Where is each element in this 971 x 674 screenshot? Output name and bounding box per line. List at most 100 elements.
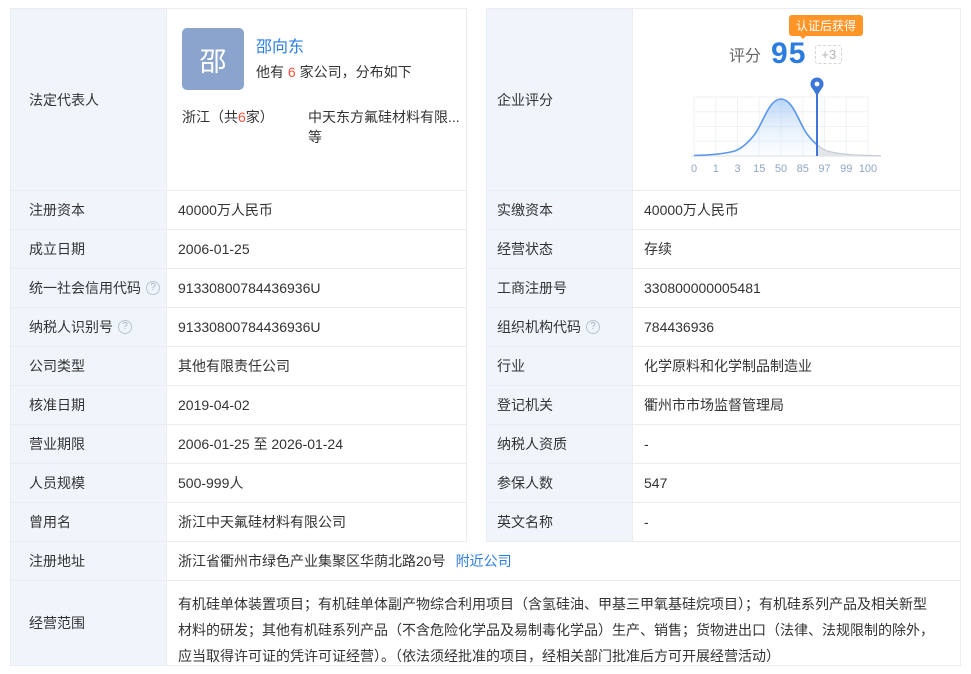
table-row: 人员规模500-999人 [11,464,466,503]
x-tick: 0 [691,163,697,175]
field-label-scope: 经营范围 [11,581,167,665]
field-label: 组织机构代码? [487,308,633,346]
field-value: 2006-01-25 至 2026-01-24 [167,425,466,463]
field-label: 英文名称 [487,503,633,541]
table-row: 曾用名浙江中天氟硅材料有限公司 [11,503,466,542]
field-value: 40000万人民币 [633,191,960,229]
table-row: 经营范围 有机硅单体装置项目；有机硅单体副产物综合利用项目（含氢硅油、甲基三甲氧… [11,581,960,666]
score-line: 评分 95 +3 [729,37,842,71]
table-row: 核准日期2019-04-02 [11,386,466,425]
field-label: 注册资本 [11,191,167,229]
info-table-right: 企业评分 认证后获得 评分 95 +3 [486,8,961,542]
field-value: 547 [633,464,960,502]
nearby-companies-link[interactable]: 附近公司 [456,551,512,571]
related-company-list[interactable]: 中天东方氟硅材料有限...等 [308,107,466,147]
field-value: 330800000005481 [633,269,960,307]
table-row: 营业期限2006-01-25 至 2026-01-24 [11,425,466,464]
table-row: 实缴资本40000万人民币 [487,191,960,230]
score-value: 95 [771,37,806,71]
company-count: 6 [288,64,296,80]
table-row: 企业评分 认证后获得 评分 95 +3 [487,9,960,191]
field-value: 784436936 [633,308,960,346]
x-tick: 100 [859,163,877,175]
bell-curve-blue [694,99,868,156]
field-value: 其他有限责任公司 [167,347,466,385]
field-value: 91330800784436936U [167,269,466,307]
score-cell: 认证后获得 评分 95 +3 [633,9,960,190]
legal-rep-name-link[interactable]: 邵向东 [256,33,304,57]
field-label: 经营状态 [487,230,633,268]
table-row: 参保人数547 [487,464,960,503]
field-label: 人员规模 [11,464,167,502]
field-label-legal-rep: 法定代表人 [11,9,167,190]
info-table-bottom: 注册地址 浙江省衢州市绿色产业集聚区华荫北路20号 附近公司 经营范围 有机硅单… [10,542,961,666]
x-tick: 99 [840,163,852,175]
field-label: 登记机关 [487,386,633,424]
score-word: 评分 [729,42,761,66]
legal-rep-companies-text: 他有 6 家公司，分布如下 [256,62,412,82]
chart-x-axis: 0 1 3 15 50 85 97 99 100 [691,163,877,175]
field-label: 实缴资本 [487,191,633,229]
help-icon[interactable]: ? [586,320,600,334]
avatar[interactable]: 邵 [182,28,244,90]
table-row: 统一社会信用代码?91330800784436936U [11,269,466,308]
table-row: 注册地址 浙江省衢州市绿色产业集聚区华荫北路20号 附近公司 [11,542,960,581]
field-value: 浙江中天氟硅材料有限公司 [167,503,466,541]
field-label: 核准日期 [11,386,167,424]
x-tick: 1 [713,163,719,175]
x-tick: 50 [775,163,787,175]
legal-rep-cell: 邵 邵向东 他有 6 家公司，分布如下 浙江（共6家） 中天东方氟硅材料有限..… [167,9,466,190]
table-row: 纳税人识别号?91330800784436936U [11,308,466,347]
field-label: 营业期限 [11,425,167,463]
field-value: - [633,425,960,463]
field-label: 工商注册号 [487,269,633,307]
business-scope-text: 有机硅单体装置项目；有机硅单体副产物综合利用项目（含氢硅油、甲基三甲氧基硅烷项目… [167,581,960,665]
field-value: - [633,503,960,541]
field-value: 500-999人 [167,464,466,502]
table-row: 工商注册号330800000005481 [487,269,960,308]
field-label: 参保人数 [487,464,633,502]
region-label: 浙江（共6家） [182,107,308,147]
score-bonus-box[interactable]: +3 [815,45,842,64]
table-row: 注册资本40000万人民币 [11,191,466,230]
x-tick: 15 [753,163,765,175]
company-info-page: 法定代表人 邵 邵向东 他有 6 家公司，分布如下 浙江（共6家） 中天东方氟硅… [10,8,961,666]
help-icon[interactable]: ? [146,281,160,295]
field-value: 2006-01-25 [167,230,466,268]
table-row: 经营状态存续 [487,230,960,269]
help-icon[interactable]: ? [118,320,132,334]
field-label: 统一社会信用代码? [11,269,167,307]
field-value: 存续 [633,230,960,268]
info-table-left: 法定代表人 邵 邵向东 他有 6 家公司，分布如下 浙江（共6家） 中天东方氟硅… [10,8,467,542]
field-label: 曾用名 [11,503,167,541]
table-row: 登记机关衢州市市场监督管理局 [487,386,960,425]
field-label: 纳税人识别号? [11,308,167,346]
table-row: 成立日期2006-01-25 [11,230,466,269]
field-label: 行业 [487,347,633,385]
table-row: 公司类型其他有限责任公司 [11,347,466,386]
field-label: 成立日期 [11,230,167,268]
info-table-top: 法定代表人 邵 邵向东 他有 6 家公司，分布如下 浙江（共6家） 中天东方氟硅… [10,8,961,542]
table-gutter [467,8,486,542]
score-distribution-chart: 0 1 3 15 50 85 97 99 100 [685,71,895,183]
table-row: 组织机构代码?784436936 [487,308,960,347]
x-tick: 3 [734,163,740,175]
field-value: 化学原料和化学制品制造业 [633,347,960,385]
field-label-score: 企业评分 [487,9,633,190]
table-row: 英文名称- [487,503,960,542]
field-value: 2019-04-02 [167,386,466,424]
x-tick: 85 [797,163,809,175]
address-value: 浙江省衢州市绿色产业集聚区华荫北路20号 附近公司 [167,542,960,580]
table-row: 法定代表人 邵 邵向东 他有 6 家公司，分布如下 浙江（共6家） 中天东方氟硅… [11,9,466,191]
field-label: 纳税人资质 [487,425,633,463]
field-label: 公司类型 [11,347,167,385]
legal-rep-distribution: 浙江（共6家） 中天东方氟硅材料有限...等 [182,107,466,147]
table-row: 纳税人资质- [487,425,960,464]
field-value: 91330800784436936U [167,308,466,346]
certify-badge[interactable]: 认证后获得 [789,15,863,36]
field-value: 衢州市市场监督管理局 [633,386,960,424]
x-tick: 97 [818,163,830,175]
table-row: 行业化学原料和化学制品制造业 [487,347,960,386]
field-value: 40000万人民币 [167,191,466,229]
field-label-address: 注册地址 [11,542,167,580]
